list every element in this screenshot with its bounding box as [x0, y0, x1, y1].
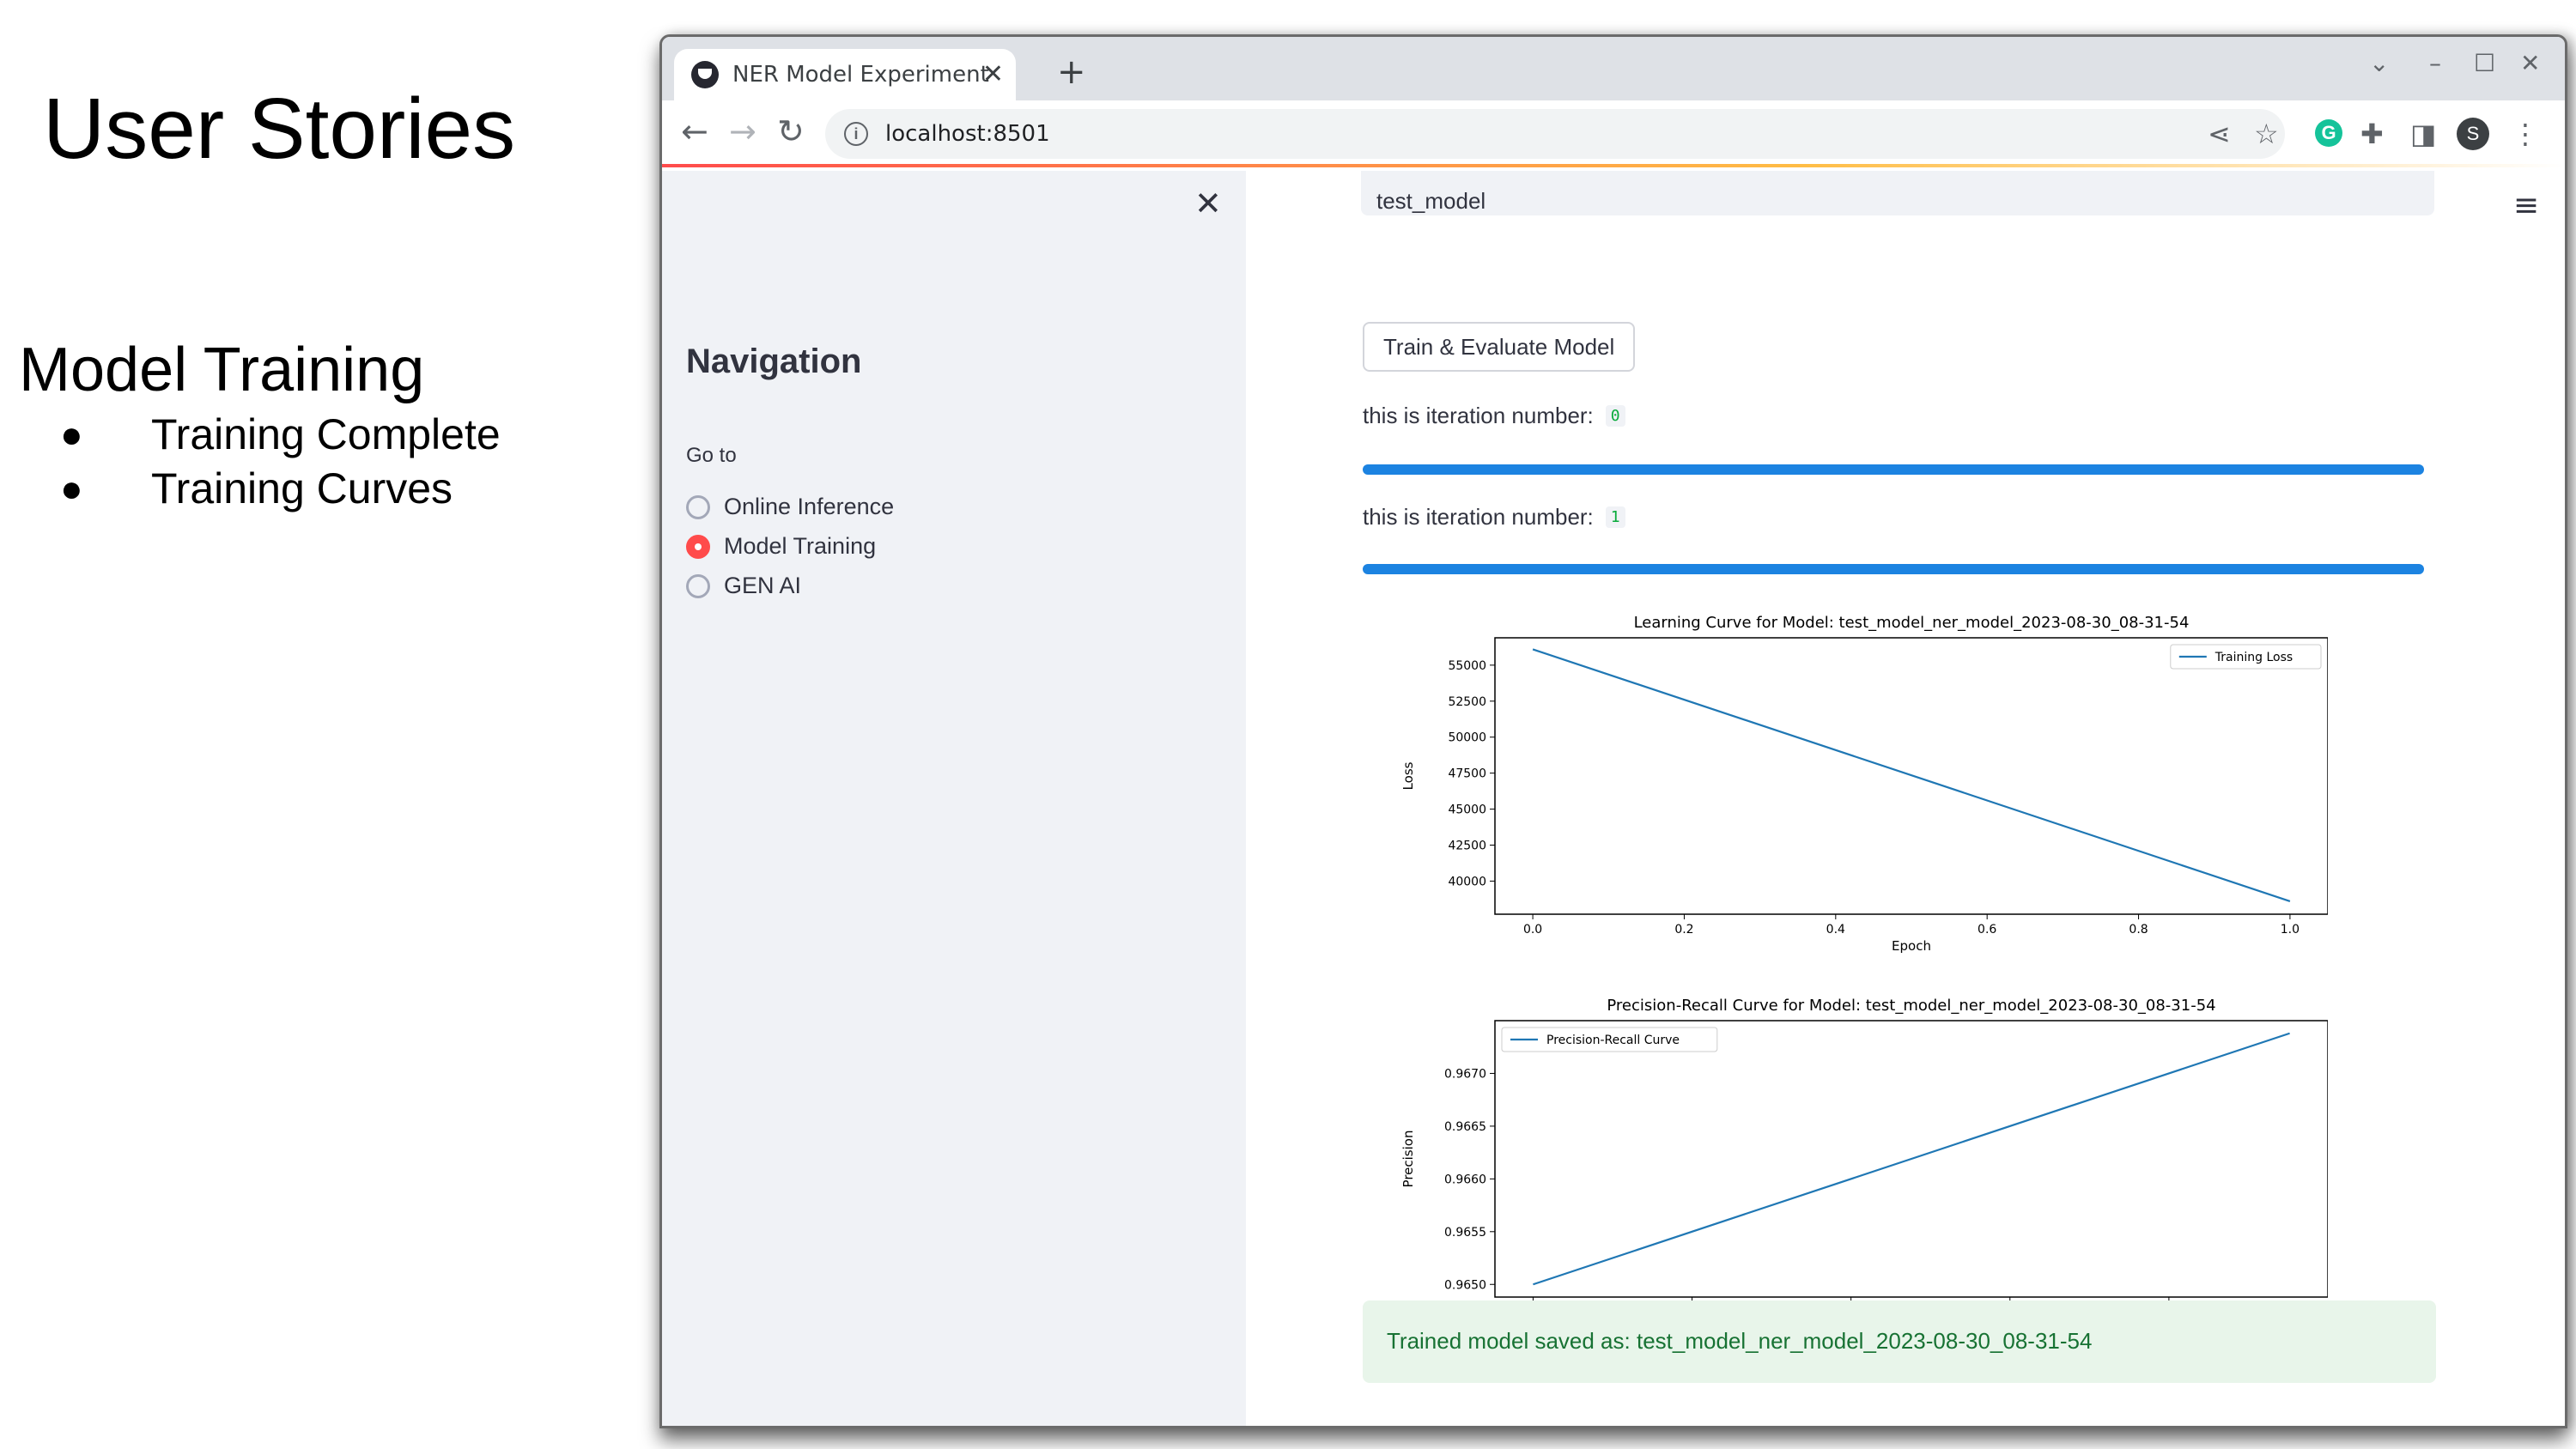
bullet-dot: ●	[60, 468, 83, 510]
url-text: localhost:8501	[885, 121, 1050, 147]
site-info-icon[interactable]: i	[844, 122, 868, 146]
minimize-icon[interactable]: –	[2429, 49, 2441, 77]
legend-label: Training Loss	[2215, 651, 2293, 664]
radio-option-model-training[interactable]: Model Training	[686, 533, 876, 560]
main-content: ≡ test_model Train & Evaluate Model this…	[1246, 171, 2565, 1426]
browser-tab[interactable]: NER Model Experimentat ✕	[674, 49, 1016, 100]
progress-bar	[1363, 564, 2424, 574]
radio-label: Model Training	[724, 533, 877, 559]
browser-toolbar: ← → ↻ i localhost:8501 ⋖ ☆ G ✚ ◨ S ⋮	[662, 100, 2565, 171]
more-menu-icon[interactable]: ⋮	[2512, 118, 2539, 150]
chart-title: Precision-Recall Curve for Model: test_m…	[1607, 997, 2215, 1015]
tab-title: NER Model Experimentat	[732, 62, 990, 88]
radio-button-icon[interactable]	[686, 573, 710, 598]
close-window-icon[interactable]: ✕	[2520, 49, 2540, 77]
y-tick-label: 50000	[1448, 731, 1486, 745]
x-axis-label: Epoch	[1892, 938, 1931, 954]
bullet-list: ● Training Complete ● Training Curves	[60, 408, 501, 516]
x-tick-label: 0.0	[1523, 923, 1542, 937]
tab-strip: NER Model Experimentat ✕ + ⌄ – ☐ ✕	[662, 37, 2565, 100]
bullet-item: ● Training Complete	[60, 408, 501, 462]
y-tick-label: 45000	[1448, 803, 1486, 817]
precision-recall-chart: Precision-Recall Curve for Model: test_m…	[1400, 997, 2328, 1337]
radio-label: Online Inference	[724, 494, 895, 519]
model-name-value: test_model	[1376, 188, 1486, 214]
forward-arrow-icon[interactable]: →	[729, 112, 756, 150]
y-tick-label: 40000	[1448, 875, 1486, 888]
maximize-icon[interactable]: ☐	[2474, 49, 2495, 77]
address-bar[interactable]: i localhost:8501	[825, 109, 2285, 159]
iteration-number: 0	[1605, 405, 1625, 427]
iteration-label: this is iteration number:	[1363, 504, 1594, 530]
slide-title: User Stories	[43, 81, 516, 177]
success-message: Trained model saved as: test_model_ner_m…	[1387, 1328, 2093, 1354]
y-tick-label: 0.9655	[1444, 1226, 1486, 1240]
back-arrow-icon[interactable]: ←	[681, 112, 708, 150]
share-icon[interactable]: ⋖	[2208, 118, 2231, 150]
radio-button-selected-icon[interactable]	[686, 534, 710, 559]
sidebar-title: Navigation	[686, 343, 862, 380]
success-alert: Trained model saved as: test_model_ner_m…	[1363, 1300, 2436, 1383]
model-name-input[interactable]: test_model	[1361, 171, 2434, 215]
y-tick-label: 47500	[1448, 767, 1486, 781]
reload-icon[interactable]: ↻	[777, 112, 805, 150]
x-tick-label: 1.0	[2281, 923, 2300, 937]
new-tab-icon[interactable]: +	[1057, 52, 1086, 92]
y-tick-label: 55000	[1448, 659, 1486, 673]
iteration-number: 1	[1605, 506, 1625, 528]
bookmark-star-icon[interactable]: ☆	[2254, 118, 2279, 150]
iteration-label: this is iteration number:	[1363, 403, 1594, 428]
radio-label: GEN AI	[724, 573, 802, 598]
side-panel-icon[interactable]: ◨	[2410, 118, 2436, 150]
progress-bar	[1363, 464, 2424, 475]
x-tick-label: 0.8	[2129, 923, 2148, 937]
bullet-text: Training Complete	[151, 410, 501, 458]
bullet-text: Training Curves	[151, 464, 453, 512]
browser-window: NER Model Experimentat ✕ + ⌄ – ☐ ✕ ← → ↻…	[659, 34, 2567, 1428]
legend-label: Precision-Recall Curve	[1546, 1034, 1680, 1047]
iteration-text: this is iteration number: 0	[1363, 403, 1625, 429]
learning-curve-chart: Learning Curve for Model: test_model_ner…	[1400, 614, 2328, 954]
series-line	[1533, 1032, 2290, 1286]
y-tick-label: 0.9650	[1444, 1278, 1486, 1292]
radio-option-gen-ai[interactable]: GEN AI	[686, 573, 801, 599]
grammarly-extension-icon[interactable]: G	[2315, 119, 2342, 147]
hamburger-menu-icon[interactable]: ≡	[2513, 188, 2539, 223]
series-line	[1532, 648, 2291, 902]
y-axis-label: Loss	[1400, 761, 1416, 790]
iteration-text: this is iteration number: 1	[1363, 504, 1625, 530]
y-tick-label: 0.9665	[1444, 1120, 1486, 1134]
x-tick-label: 0.6	[1978, 923, 1996, 937]
goto-label: Go to	[686, 444, 737, 467]
y-axis-label: Precision	[1400, 1131, 1416, 1188]
bullet-dot: ●	[60, 414, 83, 456]
close-sidebar-icon[interactable]: ✕	[1194, 185, 1222, 222]
chart-title: Learning Curve for Model: test_model_ner…	[1634, 614, 2190, 632]
x-tick-label: 0.4	[1826, 923, 1845, 937]
extensions-puzzle-icon[interactable]: ✚	[2360, 118, 2384, 150]
y-tick-label: 42500	[1448, 840, 1486, 853]
profile-avatar[interactable]: S	[2457, 118, 2489, 150]
y-tick-label: 52500	[1448, 695, 1486, 709]
y-tick-label: 0.9660	[1444, 1173, 1486, 1186]
train-evaluate-button[interactable]: Train & Evaluate Model	[1363, 322, 1636, 372]
section-heading: Model Training	[19, 336, 425, 404]
close-tab-icon[interactable]: ✕	[982, 59, 1004, 89]
streamlit-favicon-icon	[691, 61, 719, 88]
tab-search-chevron-icon[interactable]: ⌄	[2369, 49, 2389, 77]
radio-button-icon[interactable]	[686, 494, 710, 519]
x-tick-label: 0.2	[1674, 923, 1693, 937]
radio-option-online-inference[interactable]: Online Inference	[686, 494, 894, 520]
sidebar: ✕ Navigation Go to Online Inference Mode…	[662, 171, 1246, 1426]
bullet-item: ● Training Curves	[60, 462, 501, 516]
toolbar-accent-line	[662, 164, 2565, 167]
y-tick-label: 0.9670	[1444, 1067, 1486, 1081]
